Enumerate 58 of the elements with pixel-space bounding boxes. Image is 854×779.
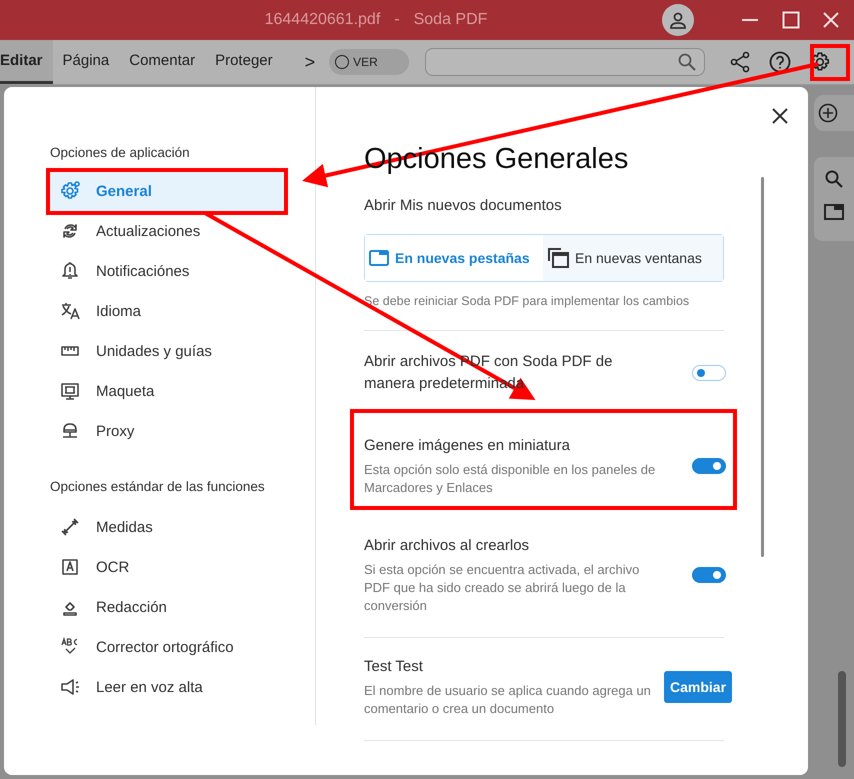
sidebar-item[interactable]: Unidades y guías xyxy=(50,331,288,371)
sidebar-item[interactable]: Maqueta xyxy=(50,371,288,411)
sidebar-item[interactable]: Notificaciónes xyxy=(50,251,288,291)
open-mode-option[interactable]: En nuevas ventanas xyxy=(543,235,723,281)
megaphone-icon xyxy=(60,677,80,697)
measure-icon xyxy=(60,517,80,537)
setting-description: El nombre de usuario se aplica cuando agrega un comentario o crea un documento xyxy=(364,682,652,718)
sidebar-item[interactable]: Actualizaciones xyxy=(50,211,288,251)
toolbar-tab[interactable]: Editar xyxy=(0,40,53,84)
help-icon[interactable] xyxy=(769,51,792,73)
sidebar-item[interactable]: Leer en voz alta xyxy=(50,667,288,707)
toggle-switch[interactable] xyxy=(692,365,726,381)
panel-icon[interactable] xyxy=(824,203,844,221)
refresh-icon xyxy=(60,221,80,241)
section-heading: Opciones estándar de las funciones xyxy=(50,479,266,496)
option-label: Abrir Mis nuevos documentos xyxy=(364,197,563,214)
maximize-icon[interactable] xyxy=(782,11,800,29)
scrollbar[interactable] xyxy=(761,177,764,557)
network-icon xyxy=(60,421,80,441)
monitor-icon xyxy=(60,381,80,401)
scrollbar[interactable] xyxy=(838,671,846,767)
more-tabs-button[interactable]: > xyxy=(298,50,322,74)
search-icon xyxy=(678,53,696,71)
setting-description: Esta opción solo está disponible en los paneles de Marcadores y Enlaces xyxy=(364,461,656,497)
setting-description: Si esta opción se encuentra activada, el archivo PDF que ha sido creado se abrirá luego de la conversión xyxy=(364,561,640,615)
app-name: Soda PDF xyxy=(414,11,488,29)
share-icon[interactable] xyxy=(729,51,752,73)
title-separator: - xyxy=(394,11,400,29)
search-icon[interactable] xyxy=(824,169,844,189)
windows-icon xyxy=(547,247,569,269)
sidebar-item[interactable]: Redacción xyxy=(50,587,288,627)
sidebar-item[interactable]: OCR xyxy=(50,547,288,587)
section-heading: Opciones de aplicación xyxy=(50,145,191,162)
toolbar-tab[interactable]: Proteger xyxy=(205,40,283,84)
toggle-switch[interactable] xyxy=(692,567,726,583)
sidebar-item[interactable]: Proxy xyxy=(50,411,288,451)
setting-title: Abrir archivos al crearlos xyxy=(364,536,530,556)
view-toggle[interactable]: VER xyxy=(329,49,410,75)
search-field[interactable] xyxy=(425,48,706,76)
account-icon[interactable] xyxy=(662,4,694,36)
change-button[interactable]: Cambiar xyxy=(664,671,732,703)
toolbar-tab[interactable]: Comentar xyxy=(119,40,206,84)
close-icon[interactable] xyxy=(772,108,788,124)
sidebar-item[interactable]: Medidas xyxy=(50,507,288,547)
gear-icon xyxy=(60,181,80,201)
text-frame-icon xyxy=(60,557,80,577)
setting-title: Test Test xyxy=(364,657,423,677)
bell-icon xyxy=(60,261,80,281)
add-icon[interactable] xyxy=(818,103,838,123)
highlight-frame xyxy=(810,44,850,81)
toggle-switch[interactable] xyxy=(692,458,726,474)
toolbar-tab[interactable]: Página xyxy=(52,40,120,84)
tab-icon xyxy=(369,250,389,266)
translate-icon xyxy=(60,301,80,321)
sidebar-item[interactable]: Idioma xyxy=(50,291,288,331)
sidebar-item[interactable]: Corrector ortográfico xyxy=(50,627,288,667)
setting-title: Genere imágenes en miniatura xyxy=(364,436,570,456)
file-name: 1644420661.pdf xyxy=(264,11,380,29)
